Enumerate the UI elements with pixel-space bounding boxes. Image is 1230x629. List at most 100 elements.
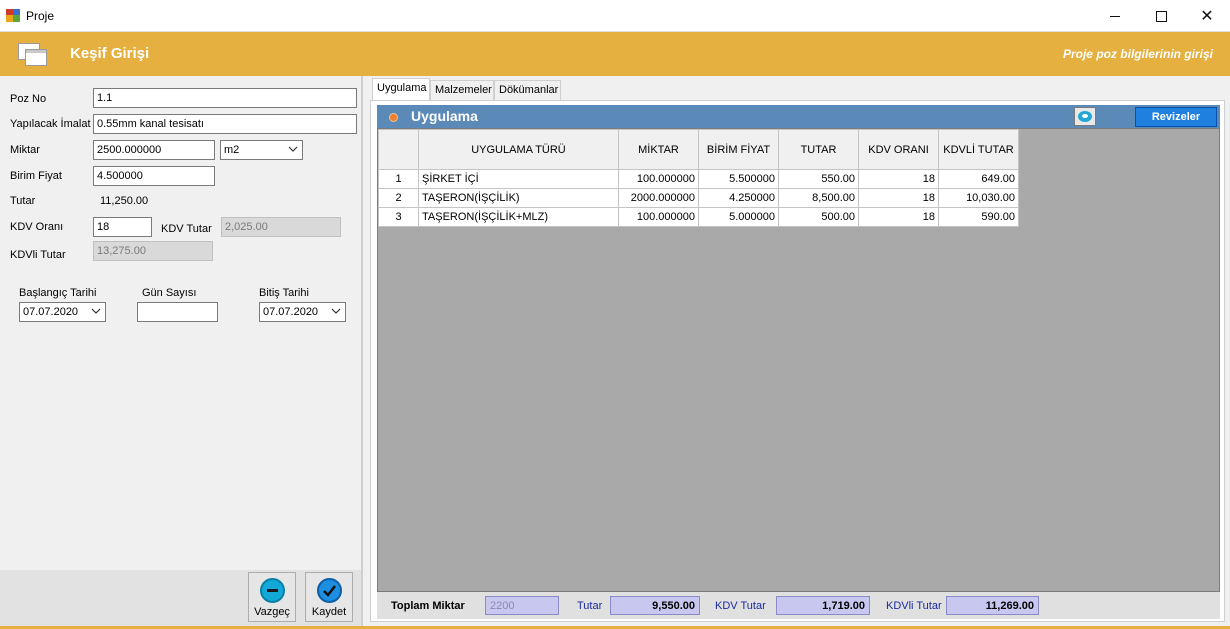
cancel-button[interactable]: Vazgeç [248,572,296,622]
eye-icon [1078,111,1092,122]
bitis-value: 07.07.2020 [263,306,319,318]
birim-fiyat-label: Birim Fiyat [10,170,62,182]
cell-kdv-orani[interactable]: 18 [858,207,939,227]
chevron-down-icon [91,308,101,314]
tab-malzemeler[interactable]: Malzemeler [430,80,494,100]
cancel-label: Vazgeç [254,606,290,618]
footer-tutar-field: 9,550.00 [610,596,700,615]
save-button[interactable]: Kaydet [305,572,353,622]
cell-tutar[interactable]: 8,500.00 [778,188,859,208]
kdvli-tutar-label: KDVli Tutar [10,249,66,261]
cell-kdv-orani[interactable]: 18 [858,188,939,208]
cell-miktar[interactable]: 100.000000 [618,207,699,227]
panel-title: Uygulama [411,108,478,124]
baslangic-date-picker[interactable]: 07.07.2020 [19,302,106,322]
form-header: Keşif Girişi Proje poz bilgilerinin giri… [0,32,1230,76]
footer-kdv-field: 1,719.00 [776,596,870,615]
kdvli-tutar-field: 13,275.00 [93,241,213,261]
cell-tutar[interactable]: 500.00 [778,207,859,227]
cell-birim-fiyat[interactable]: 4.250000 [698,188,779,208]
col-header-kdv-orani[interactable]: KDV ORANI [858,129,939,170]
grid-table: UYGULAMA TÜRÜ MİKTAR BİRİM FİYAT TUTAR K… [378,129,1019,227]
row-header-corner [378,129,419,170]
table-row[interactable]: 1 ŞİRKET İÇİ 100.000000 5.500000 550.00 … [378,169,1019,189]
cell-tutar[interactable]: 550.00 [778,169,859,189]
footer-kdvli-label: KDVli Tutar [886,600,942,612]
kdv-orani-input[interactable]: 18 [93,217,152,237]
tutar-label: Tutar [10,195,36,207]
close-button[interactable]: ✕ [1184,0,1230,32]
tutar-value: 11,250.00 [100,195,149,207]
header-title: Keşif Girişi [70,45,150,62]
app-icon [6,9,20,22]
uygulama-panel-header: Uygulama Revizeler [377,105,1220,128]
miktar-input[interactable]: 2500.000000 [93,140,215,160]
kdv-orani-label: KDV Oranı [10,221,64,233]
bitis-date-picker[interactable]: 07.07.2020 [259,302,346,322]
col-header-miktar[interactable]: MİKTAR [618,129,699,170]
col-header-birim-fiyat[interactable]: BİRİM FİYAT [698,129,779,170]
save-label: Kaydet [311,606,347,618]
cell-kdvli-tutar[interactable]: 590.00 [938,207,1019,227]
footer-kdvli-field: 11,269.00 [946,596,1039,615]
unit-select[interactable]: m2 [220,140,303,160]
cell-type[interactable]: ŞİRKET İÇİ [418,169,619,189]
form-icon [18,43,48,67]
miktar-label: Miktar [10,144,40,156]
cell-kdvli-tutar[interactable]: 649.00 [938,169,1019,189]
table-row[interactable]: 3 TAŞERON(İŞÇİLİK+MLZ) 100.000000 5.0000… [378,207,1019,227]
kdv-tutar-field: 2,025.00 [221,217,341,237]
cell-kdvli-tutar[interactable]: 10,030.00 [938,188,1019,208]
cell-miktar[interactable]: 2000.000000 [618,188,699,208]
chevron-down-icon [331,308,341,314]
row-number: 2 [378,188,419,208]
totals-footer: Toplam Miktar 2200 Tutar 9,550.00 KDV Tu… [377,592,1220,619]
toplam-miktar-label: Toplam Miktar [391,600,465,612]
maximize-button[interactable] [1138,0,1184,32]
col-header-tutar[interactable]: TUTAR [778,129,859,170]
grid-header-row: UYGULAMA TÜRÜ MİKTAR BİRİM FİYAT TUTAR K… [378,129,1019,170]
bitis-label: Bitiş Tarihi [259,287,309,299]
uygulama-grid[interactable]: UYGULAMA TÜRÜ MİKTAR BİRİM FİYAT TUTAR K… [377,128,1220,592]
poz-no-label: Poz No [10,93,47,105]
cell-type[interactable]: TAŞERON(İŞÇİLİK+MLZ) [418,207,619,227]
tab-uygulama[interactable]: Uygulama [372,78,430,101]
cell-kdv-orani[interactable]: 18 [858,169,939,189]
check-icon [317,578,342,603]
poz-no-input[interactable]: 1.1 [93,88,357,108]
entry-panel: Poz No 1.1 Yapılacak İmalat 0.55mm kanal… [0,76,362,626]
imalat-label: Yapılacak İmalat [10,118,91,130]
row-number: 1 [378,169,419,189]
unit-value: m2 [224,144,240,156]
baslangic-value: 07.07.2020 [23,306,79,318]
imalat-input[interactable]: 0.55mm kanal tesisatı [93,114,357,134]
footer-kdv-label: KDV Tutar [715,600,766,612]
table-row[interactable]: 2 TAŞERON(İŞÇİLİK) 2000.000000 4.250000 … [378,188,1019,208]
cell-type[interactable]: TAŞERON(İŞÇİLİK) [418,188,619,208]
kdv-tutar-label: KDV Tutar [161,223,212,235]
cell-birim-fiyat[interactable]: 5.500000 [698,169,779,189]
header-subtitle: Proje poz bilgilerinin girişi [1062,47,1213,61]
birim-fiyat-input[interactable]: 4.500000 [93,166,215,186]
col-header-type[interactable]: UYGULAMA TÜRÜ [418,129,619,170]
view-button[interactable] [1074,107,1096,126]
chevron-down-icon [288,146,298,152]
row-number: 3 [378,207,419,227]
uygulama-tab-page: Uygulama Revizeler UYGULAMA TÜRÜ MİKTAR … [370,100,1225,622]
toplam-miktar-field: 2200 [485,596,559,615]
cell-miktar[interactable]: 100.000000 [618,169,699,189]
cell-birim-fiyat[interactable]: 5.000000 [698,207,779,227]
col-header-kdvli-tutar[interactable]: KDVLİ TUTAR [938,129,1019,170]
revisions-button[interactable]: Revizeler [1135,107,1217,127]
minimize-button[interactable] [1092,0,1138,32]
baslangic-label: Başlangıç Tarihi [19,287,97,299]
gun-sayisi-input[interactable] [137,302,218,322]
window-title: Proje [26,9,55,23]
orange-dot-icon [389,113,398,122]
detail-panel: Uygulama Malzemeler Dökümanlar Uygulama … [368,76,1230,626]
tab-dokumanlar[interactable]: Dökümanlar [494,80,561,100]
minus-icon [260,578,285,603]
gun-sayisi-label: Gün Sayısı [142,287,197,299]
footer-tutar-label: Tutar [577,600,603,612]
title-bar: Proje ✕ [0,0,1230,32]
